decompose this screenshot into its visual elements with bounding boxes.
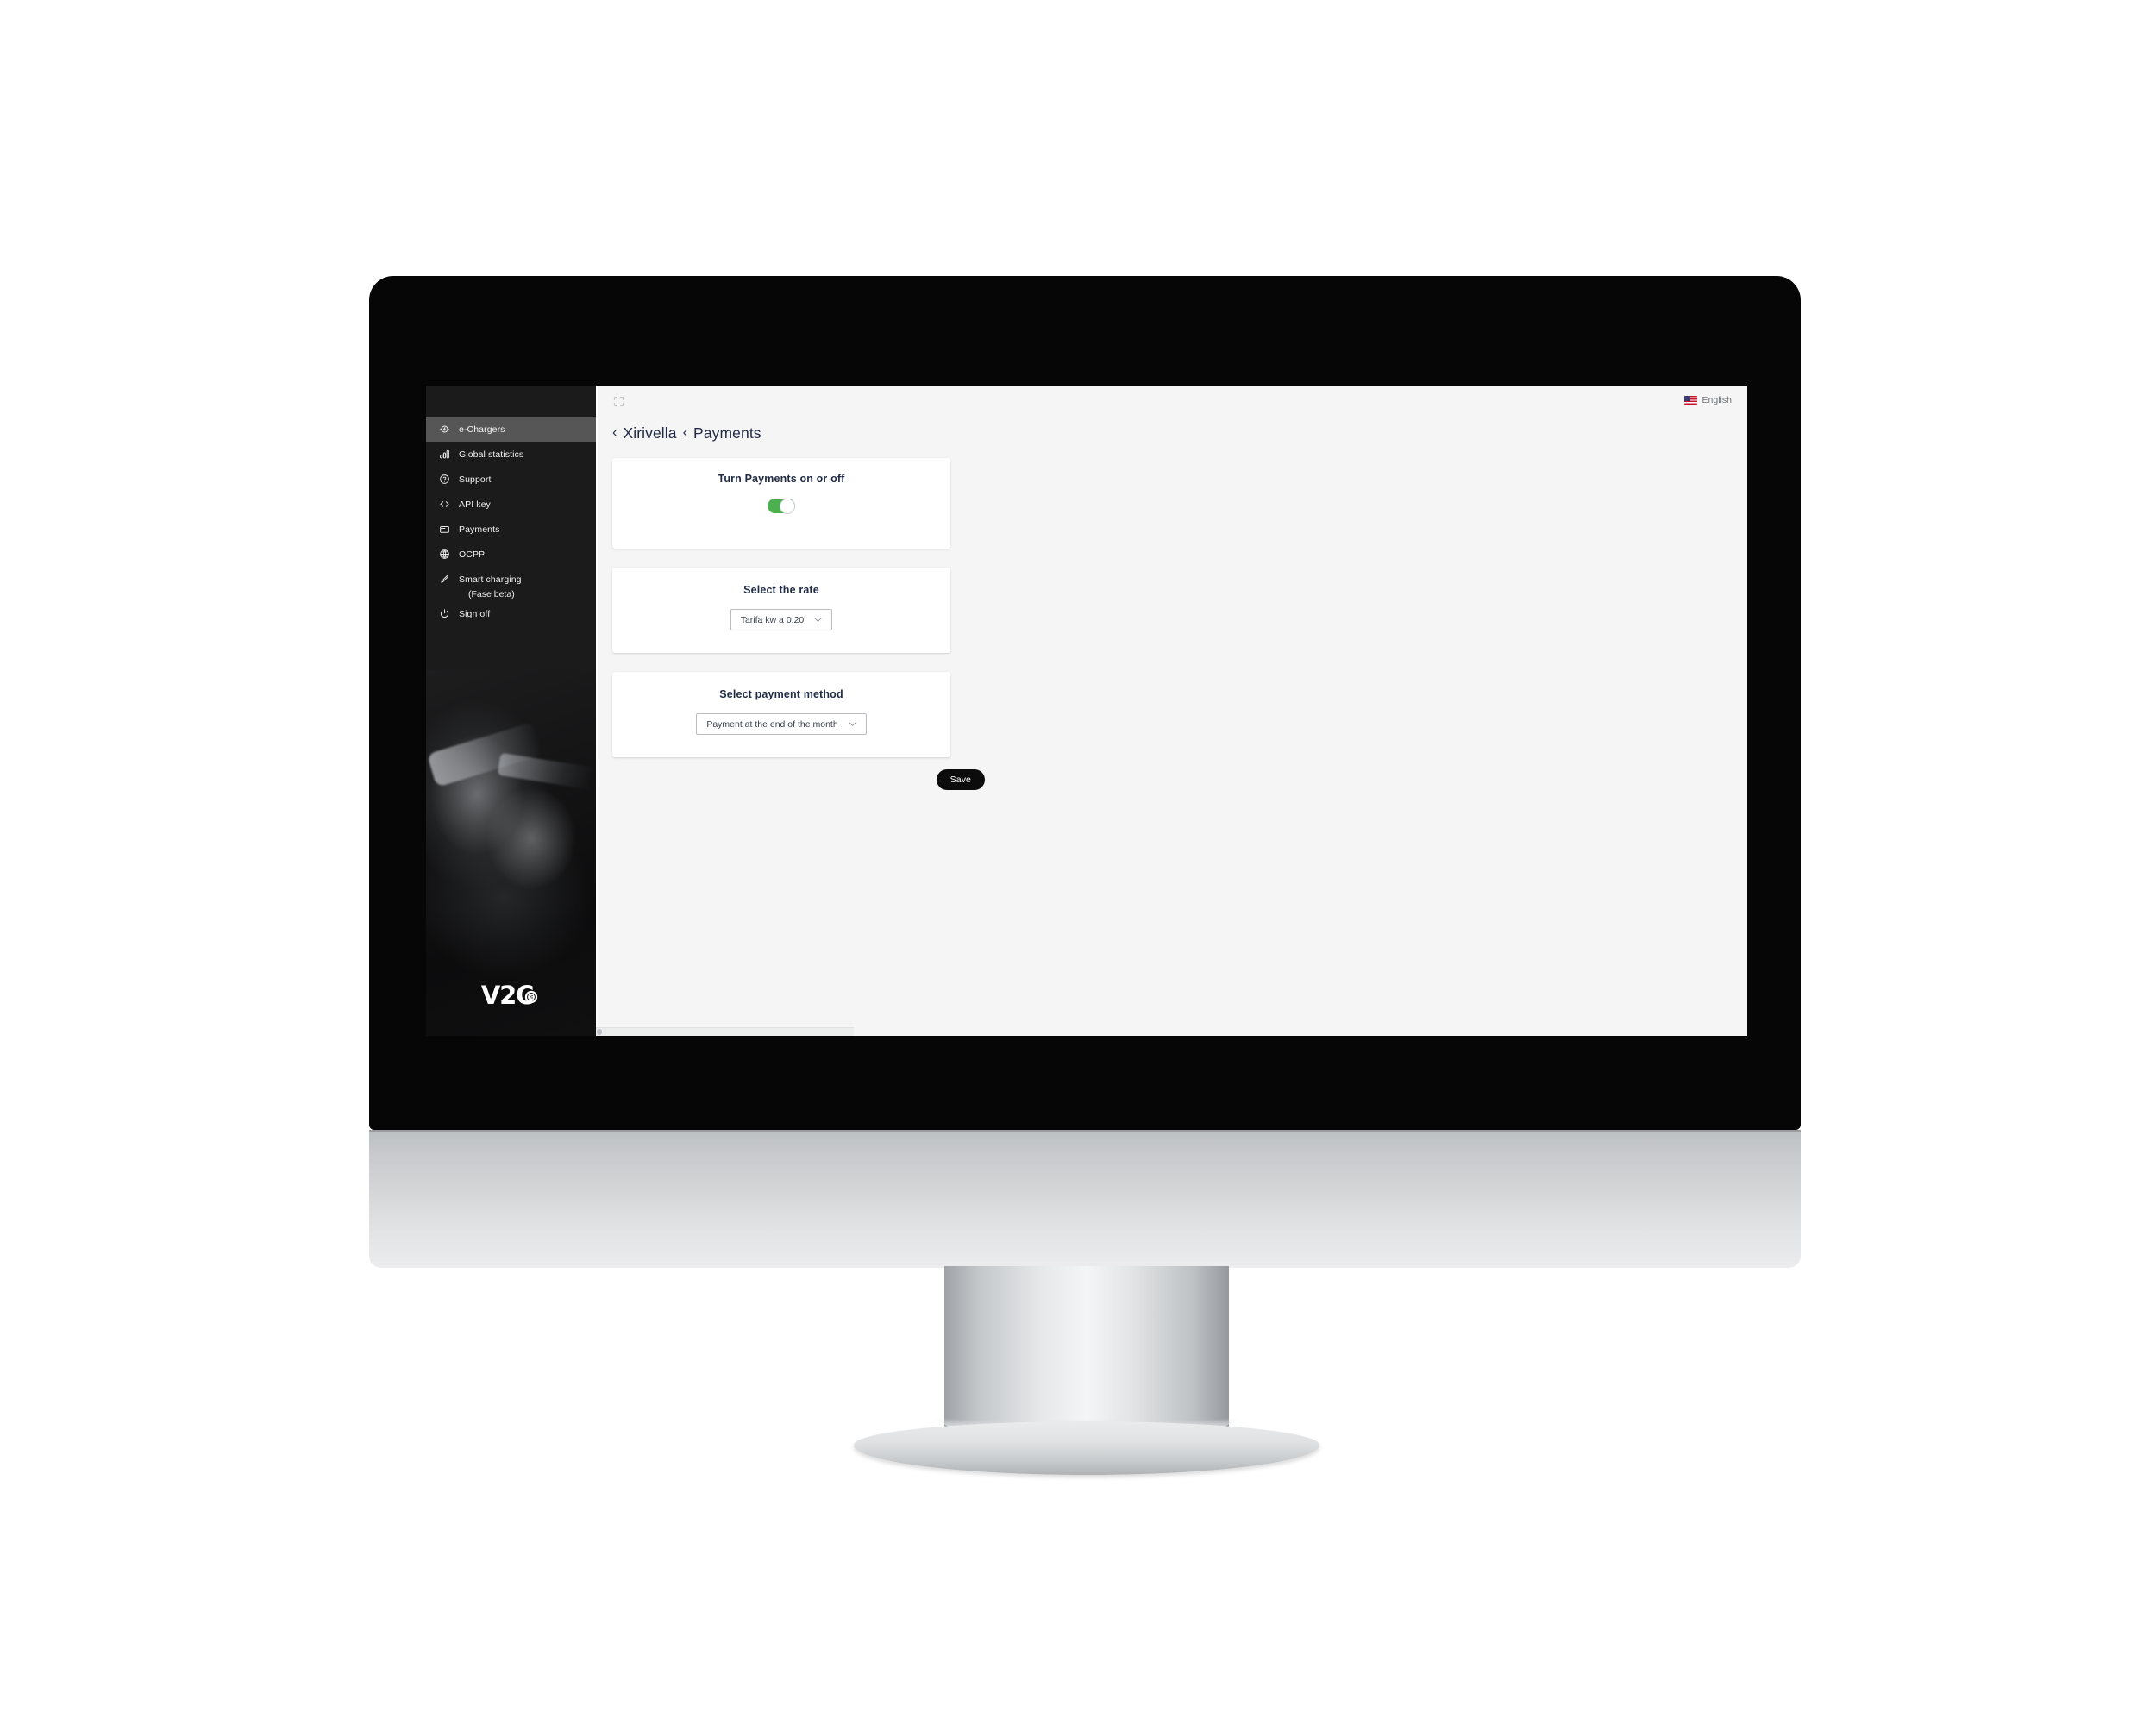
wallet-icon [438, 524, 450, 536]
select-payment-method-card: Select payment method Payment at the end… [612, 672, 950, 757]
question-circle-icon [438, 474, 450, 486]
monitor-stand-base [854, 1421, 1319, 1475]
payment-method-select-value: Payment at the end of the month [706, 718, 838, 730]
sidebar-divider [596, 386, 598, 1028]
sidebar-item-ocpp[interactable]: OCPP [426, 542, 596, 567]
sidebar-menu: e-Chargers Global statistics Support API… [426, 417, 596, 626]
chevron-down-icon [847, 718, 858, 730]
payments-toggle-card: Turn Payments on or off [612, 458, 950, 549]
sidebar-item-label: e-Chargers [459, 423, 505, 435]
sidebar-item-label: API key [459, 499, 491, 510]
browser-viewport: e-Chargers Global statistics Support API… [426, 386, 1747, 1036]
sidebar-header-spacer [426, 386, 596, 417]
main-content: English ‹ Xirivella ‹ Payments Turn Paym… [596, 386, 1747, 1036]
language-label: English [1702, 395, 1732, 405]
code-brackets-icon [438, 499, 450, 511]
card-title: Select the rate [743, 584, 819, 596]
sidebar-item-smart-charging-sublabel: (Fase beta) [468, 589, 515, 599]
language-selector[interactable]: English [1683, 395, 1732, 405]
scrollbar-thumb[interactable] [597, 1029, 602, 1035]
v2c-logo-icon [525, 990, 538, 1004]
sidebar-item-label: OCPP [459, 549, 486, 560]
breadcrumb: ‹ Xirivella ‹ Payments [596, 418, 1747, 448]
breadcrumb-chevron-2[interactable]: ‹ [683, 425, 687, 441]
us-flag-icon [1683, 396, 1697, 405]
brand-logo: V2C [426, 983, 596, 1008]
sidebar-item-api-key[interactable]: API key [426, 492, 596, 517]
sidebar-item-label: Support [459, 474, 492, 485]
fullscreen-icon[interactable] [612, 395, 625, 408]
sidebar-item-label: Global statistics [459, 448, 524, 460]
sidebar-item-smart-charging[interactable]: Smart charging [426, 567, 596, 592]
power-icon [438, 608, 450, 620]
sidebar-item-e-chargers[interactable]: e-Chargers [426, 417, 596, 442]
breadcrumb-current: Payments [693, 423, 761, 442]
monitor-chin [369, 1130, 1801, 1268]
sidebar-item-sign-off[interactable]: Sign off [426, 601, 596, 626]
chevron-down-icon [812, 614, 824, 625]
sidebar-item-label: Smart charging [459, 574, 522, 585]
breadcrumb-parent[interactable]: Xirivella [623, 424, 676, 442]
card-title: Turn Payments on or off [718, 473, 845, 485]
globe-icon [438, 549, 450, 561]
rate-select-value: Tarifa kw a 0.20 [740, 614, 805, 625]
bar-chart-icon [438, 448, 450, 461]
horizontal-scrollbar[interactable] [596, 1027, 854, 1036]
sidebar-item-global-statistics[interactable]: Global statistics [426, 442, 596, 467]
breadcrumb-chevron-1[interactable]: ‹ [612, 425, 617, 441]
pencil-icon [438, 574, 450, 586]
toggle-knob [780, 498, 795, 514]
settings-cards: Turn Payments on or off Select the rate … [596, 448, 1747, 790]
screenshot-canvas: e-Chargers Global statistics Support API… [0, 0, 2156, 1725]
top-bar: English [596, 386, 1747, 418]
payments-toggle[interactable] [768, 498, 795, 514]
sidebar-item-label: Payments [459, 524, 500, 535]
sidebar: e-Chargers Global statistics Support API… [426, 386, 596, 1036]
sidebar-item-support[interactable]: Support [426, 467, 596, 492]
save-button[interactable]: Save [936, 769, 985, 790]
rate-select[interactable]: Tarifa kw a 0.20 [730, 609, 833, 630]
sidebar-item-payments[interactable]: Payments [426, 517, 596, 542]
ev-charger-icon [438, 423, 450, 436]
sidebar-item-label: Sign off [459, 608, 491, 619]
select-rate-card: Select the rate Tarifa kw a 0.20 [612, 568, 950, 653]
payment-method-select[interactable]: Payment at the end of the month [696, 713, 867, 735]
card-title: Select payment method [719, 688, 843, 700]
